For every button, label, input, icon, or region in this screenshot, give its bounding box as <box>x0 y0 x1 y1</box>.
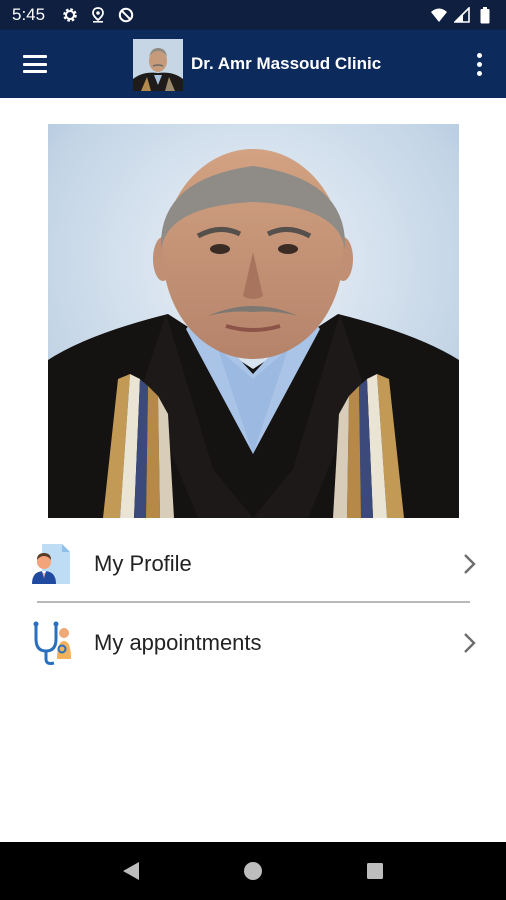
profile-doc-icon <box>30 540 74 588</box>
back-button[interactable] <box>116 856 146 886</box>
signal-icon <box>453 6 471 24</box>
doctor-avatar <box>133 39 183 91</box>
home-icon <box>244 862 262 880</box>
doctor-photo <box>48 124 459 518</box>
status-time: 5:45 <box>12 5 46 24</box>
menu-item-label: My Profile <box>94 551 192 576</box>
more-vert-icon <box>476 52 482 58</box>
menu-item-my-appointments[interactable]: My appointments <box>30 608 480 678</box>
more-options-button[interactable] <box>464 44 494 84</box>
battery-icon <box>476 6 494 24</box>
wifi-icon <box>430 6 448 24</box>
home-button[interactable] <box>238 856 268 886</box>
recents-icon <box>367 863 383 879</box>
status-bar: 5:45 <box>0 0 506 30</box>
chevron-right-icon <box>458 553 480 575</box>
stethoscope-icon <box>30 619 74 667</box>
gear-icon <box>61 6 79 24</box>
app-bar: Dr. Amr Massoud Clinic <box>0 30 506 98</box>
location-pin-icon <box>89 6 107 24</box>
menu-item-my-profile[interactable]: My Profile <box>30 529 480 599</box>
divider <box>37 601 470 603</box>
chevron-right-icon <box>458 632 480 654</box>
hamburger-menu-icon <box>23 55 47 73</box>
hamburger-menu-button[interactable] <box>0 30 70 98</box>
app-title: Dr. Amr Massoud Clinic <box>191 54 382 73</box>
status-icons-right <box>430 6 494 24</box>
system-nav-bar <box>0 842 506 900</box>
back-icon <box>123 862 139 880</box>
recents-button[interactable] <box>360 856 390 886</box>
status-icons-left <box>61 6 135 24</box>
no-disturb-icon <box>117 6 135 24</box>
menu-item-label: My appointments <box>94 630 262 655</box>
